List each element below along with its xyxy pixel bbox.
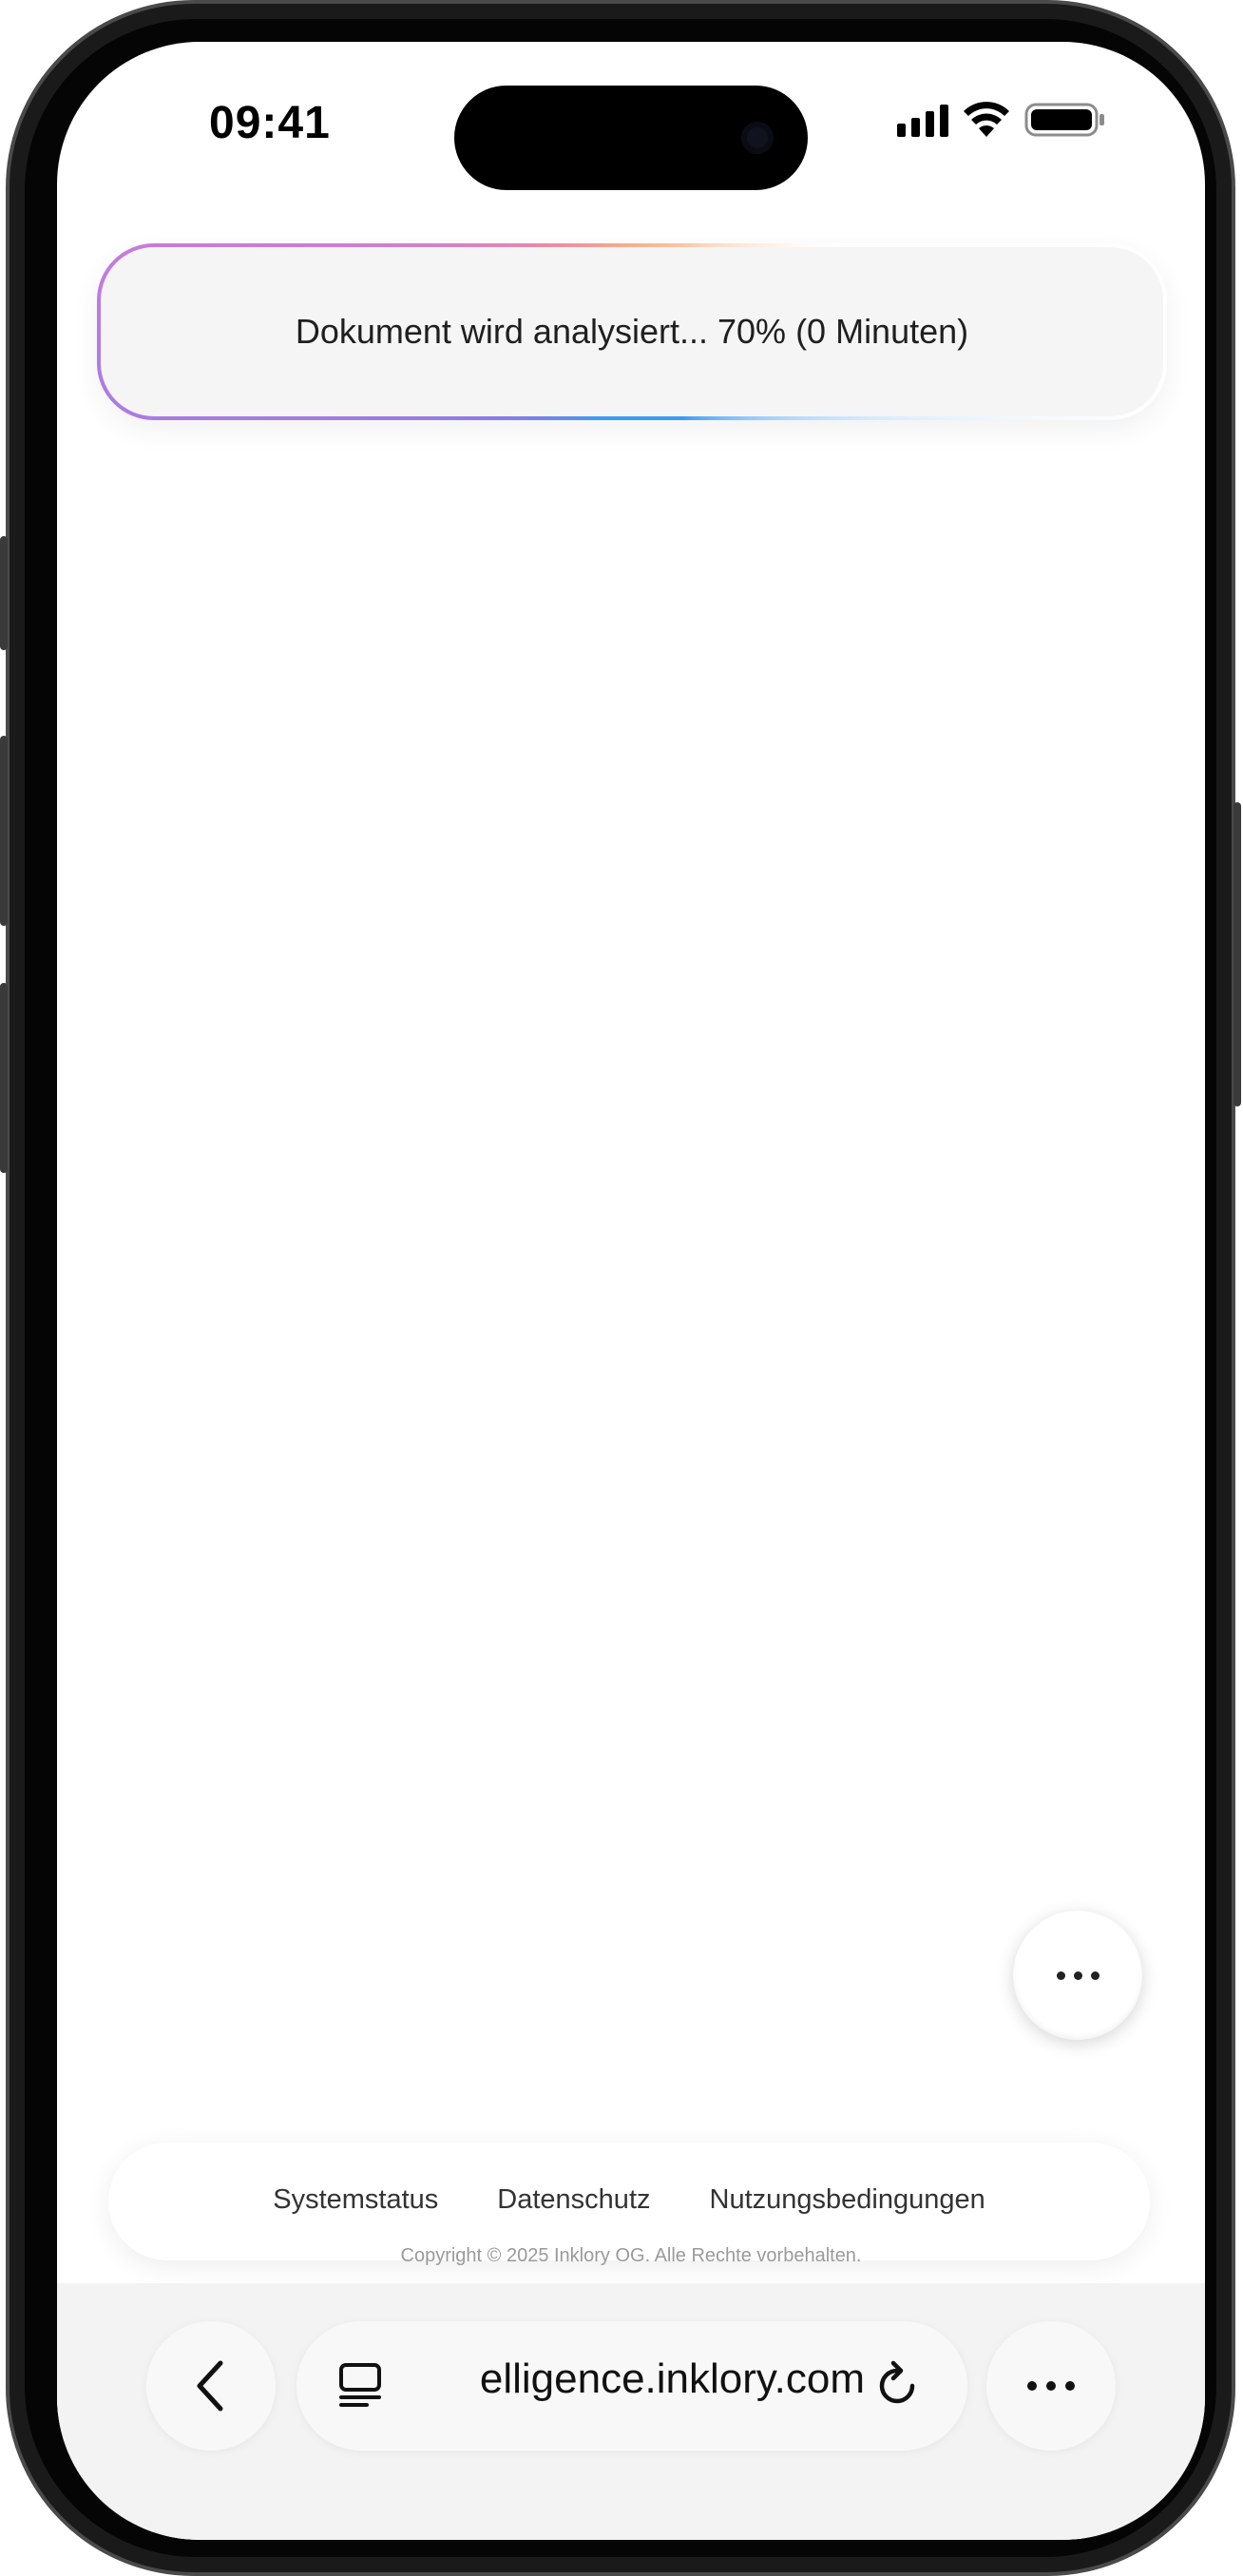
volume-down-button bbox=[0, 983, 8, 1173]
footer-link-datenschutz[interactable]: Datenschutz bbox=[497, 2184, 650, 2216]
back-button[interactable] bbox=[146, 2321, 276, 2451]
status-time: 09:41 bbox=[209, 98, 331, 148]
url-text: elligence.inklory.com bbox=[479, 2355, 865, 2402]
dynamic-island bbox=[454, 86, 808, 190]
copyright-text: Copyright © 2025 Inklory OG. Alle Rechte… bbox=[400, 2245, 862, 2266]
page-menu-icon bbox=[339, 2363, 381, 2407]
status-icons bbox=[897, 101, 1106, 139]
footer-link-nutzungsbedingungen[interactable]: Nutzungsbedingungen bbox=[710, 2184, 985, 2216]
phone-frame: 09:41 Dokument wird analysiert... 70% (0… bbox=[0, 0, 1241, 2576]
more-horizontal-icon bbox=[1027, 2381, 1037, 2391]
footer-link-systemstatus[interactable]: Systemstatus bbox=[273, 2184, 438, 2216]
more-horizontal-icon-dot bbox=[1090, 1970, 1100, 1980]
footer-links-bar: Systemstatus Datenschutz Nutzungsbedingu… bbox=[108, 2143, 1150, 2260]
footer-links: Systemstatus Datenschutz Nutzungsbedingu… bbox=[108, 2184, 1150, 2216]
chevron-left-icon bbox=[197, 2360, 223, 2412]
status-bar: 09:41 bbox=[57, 42, 1205, 203]
cellular-signal-icon bbox=[897, 103, 948, 137]
battery-icon bbox=[1024, 103, 1104, 137]
more-horizontal-icon-dot bbox=[1046, 2381, 1056, 2391]
action-button bbox=[0, 536, 8, 650]
reload-icon[interactable] bbox=[870, 2359, 924, 2413]
url-text-wrap: elligence.inklory.com bbox=[409, 2355, 865, 2403]
more-options-button[interactable] bbox=[1013, 1911, 1142, 2040]
browser-menu-button[interactable] bbox=[986, 2321, 1116, 2451]
more-horizontal-icon-dot bbox=[1065, 2381, 1075, 2391]
volume-up-button bbox=[0, 736, 8, 926]
front-camera bbox=[741, 122, 774, 154]
power-button bbox=[1233, 802, 1241, 1106]
more-horizontal-icon-dot bbox=[1073, 1970, 1082, 1980]
screen: 09:41 Dokument wird analysiert... 70% (0… bbox=[57, 42, 1205, 2540]
analysis-progress-text: Dokument wird analysiert... 70% (0 Minut… bbox=[101, 247, 1163, 416]
more-horizontal-icon bbox=[1056, 1970, 1065, 1980]
wifi-icon bbox=[964, 102, 1009, 137]
analysis-progress-banner: Dokument wird analysiert... 70% (0 Minut… bbox=[97, 243, 1167, 420]
address-bar[interactable]: elligence.inklory.com bbox=[296, 2321, 967, 2451]
